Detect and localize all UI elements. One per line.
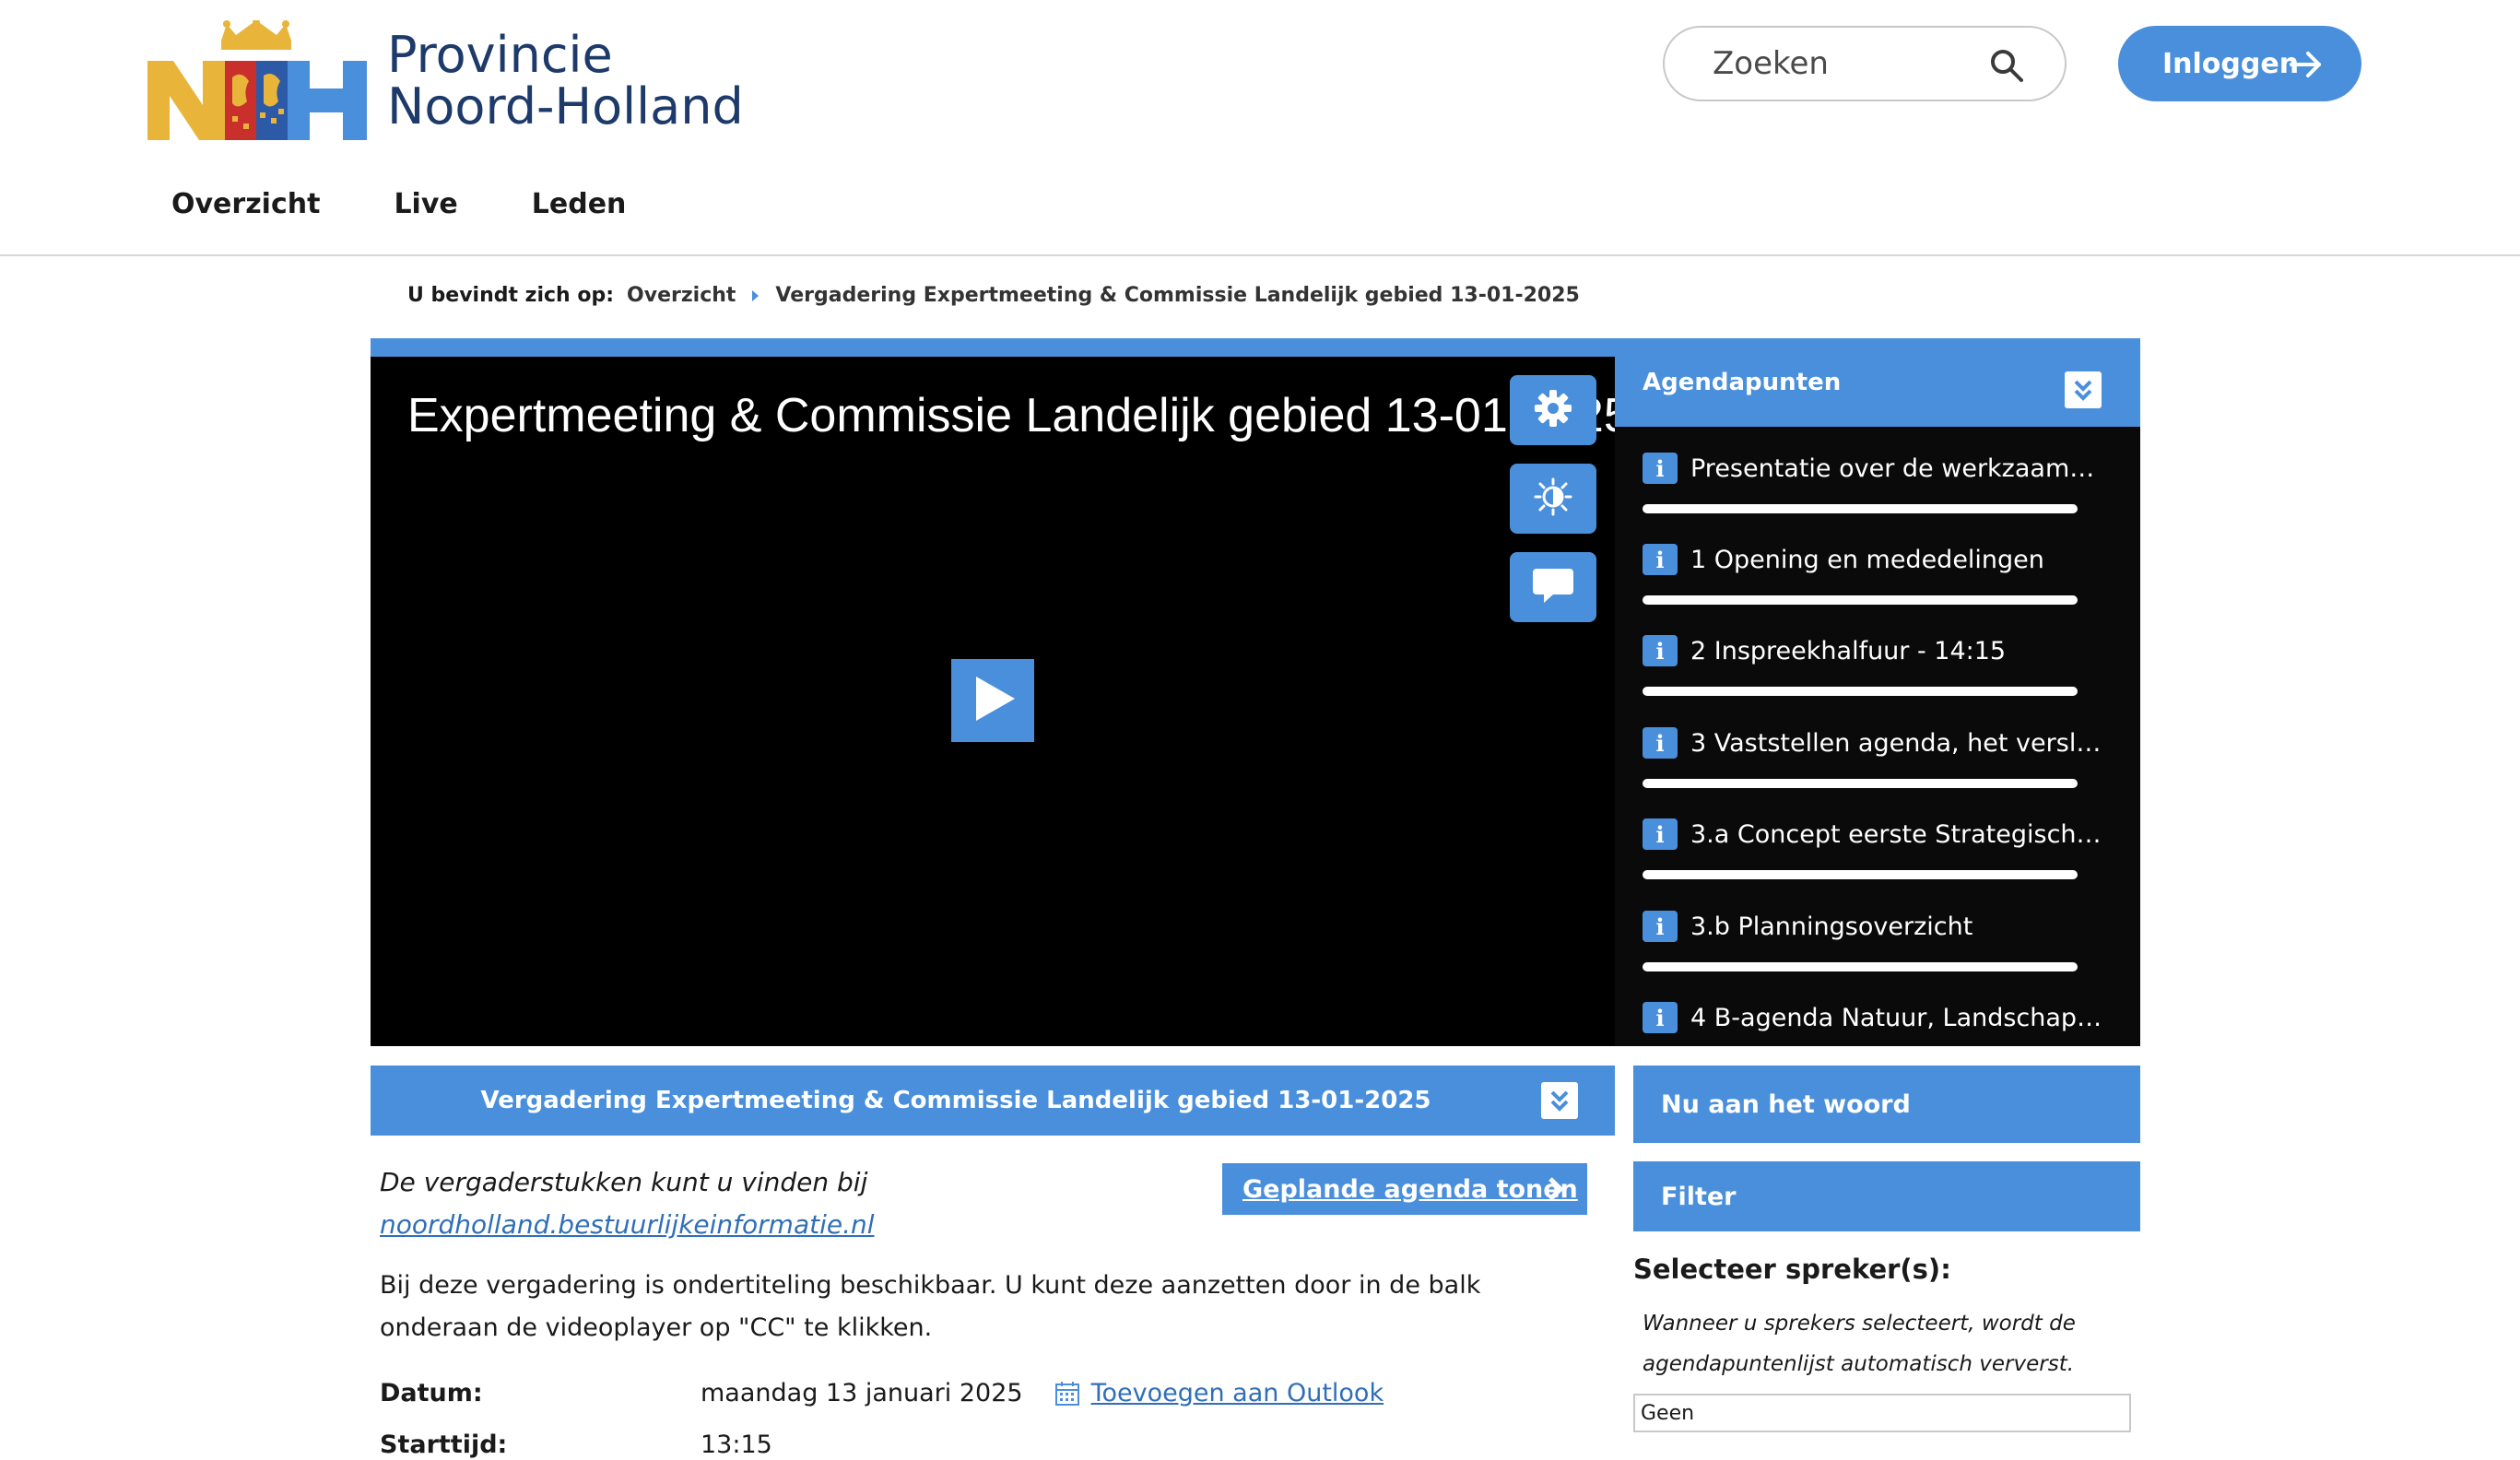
start-row: Starttijd: 13:15 — [380, 1431, 772, 1459]
agenda-item[interactable]: i 4 B-agenda Natuur, Landschap, Water — [1643, 1002, 2103, 1033]
documents-note: De vergaderstukken kunt u vinden bij noo… — [380, 1161, 875, 1246]
chevron-right-icon — [1547, 1176, 1565, 1208]
speaking-now-label: Nu aan het woord — [1661, 1089, 1911, 1119]
play-icon — [965, 671, 1020, 730]
video-title: Expertmeeting & Commissie Landelijk gebi… — [407, 389, 1617, 442]
planned-agenda-button[interactable]: Geplande agenda tonen — [1222, 1163, 1587, 1215]
arrow-right-icon — [2290, 50, 2323, 79]
double-chevron-down-icon — [2074, 380, 2092, 401]
login-label: Inloggen — [2162, 47, 2300, 80]
logo-line1: Provincie — [387, 26, 613, 84]
brightness-button[interactable] — [1510, 464, 1596, 534]
gear-icon — [1533, 388, 1573, 432]
agenda-item[interactable]: i 2 Inspreekhalfuur - 14:15 — [1643, 635, 2103, 696]
meeting-title-bar[interactable]: Vergadering Expertmeeting & Commissie La… — [371, 1066, 1615, 1136]
agenda-item-label: 3.b Planningsoverzicht — [1690, 912, 1973, 941]
province-coat-of-arms-icon — [147, 18, 367, 140]
breadcrumb-prefix: U bevindt zich op: — [407, 284, 615, 307]
video-player[interactable]: Expertmeeting & Commissie Landelijk gebi… — [371, 357, 1617, 1046]
chat-icon — [1531, 565, 1575, 609]
date-row: Datum: maandag 13 januari 2025 Toevoegen… — [380, 1379, 1384, 1407]
nav-overzicht[interactable]: Overzicht — [171, 188, 320, 220]
agenda-item[interactable]: i 3.a Concept eerste Strategische Agenda — [1643, 818, 2103, 879]
meeting-title: Vergadering Expertmeeting & Commissie La… — [480, 1087, 1431, 1114]
login-button[interactable]: Inloggen — [2118, 26, 2361, 101]
speaker-select[interactable]: Geen — [1633, 1394, 2131, 1432]
info-icon[interactable]: i — [1643, 727, 1678, 759]
agenda-progress-bar — [1643, 595, 2078, 605]
filter-button[interactable]: Filter — [1633, 1161, 2140, 1231]
agenda-progress-bar — [1643, 687, 2078, 696]
select-speakers-title: Selecteer spreker(s): — [1633, 1254, 1951, 1285]
agenda-item[interactable]: i 3 Vaststellen agenda, het verslag en — [1643, 727, 2103, 788]
documents-text: De vergaderstukken kunt u vinden bij — [380, 1167, 868, 1197]
calendar-icon — [1054, 1381, 1080, 1407]
agenda-progress-bar — [1643, 504, 2078, 513]
chat-button[interactable] — [1510, 552, 1596, 622]
breadcrumb-overzicht[interactable]: Overzicht — [627, 284, 736, 307]
agenda-panel: Agendapunten i Presentatie over de werkza… — [1615, 338, 2140, 1046]
agenda-title: Agendapunten — [1643, 369, 1842, 396]
breadcrumb: U bevindt zich op: Overzicht Vergadering… — [407, 284, 1580, 307]
agenda-item-label: 1 Opening en mededelingen — [1690, 545, 2044, 574]
logo-line2: Noord-Holland — [387, 77, 744, 135]
brightness-icon — [1533, 477, 1573, 521]
filter-label: Filter — [1661, 1182, 1737, 1211]
speaking-now-button[interactable]: Nu aan het woord — [1633, 1066, 2140, 1143]
agenda-item[interactable]: i 1 Opening en mededelingen — [1643, 544, 2103, 605]
main-nav: Overzicht Live Leden — [171, 188, 626, 220]
nav-leden[interactable]: Leden — [532, 188, 627, 220]
expand-button[interactable] — [1541, 1082, 1578, 1119]
agenda-header[interactable]: Agendapunten — [1615, 338, 2140, 427]
agenda-item[interactable]: i Presentatie over de werkzaamheden — [1643, 453, 2103, 513]
date-value: maandag 13 januari 2025 — [701, 1379, 1023, 1407]
agenda-item-label: 3 Vaststellen agenda, het verslag en — [1690, 728, 2103, 758]
agenda-progress-bar — [1643, 779, 2078, 788]
agenda-item-label: 4 B-agenda Natuur, Landschap, Water — [1690, 1003, 2103, 1032]
info-icon[interactable]: i — [1643, 1002, 1678, 1033]
agenda-progress-bar — [1643, 962, 2078, 971]
info-icon[interactable]: i — [1643, 818, 1678, 850]
planned-agenda-label: Geplande agenda tonen — [1242, 1174, 1578, 1204]
play-button[interactable] — [951, 659, 1034, 742]
search-input[interactable]: Zoeken — [1663, 26, 2067, 101]
agenda-item-label: 2 Inspreekhalfuur - 14:15 — [1690, 636, 2007, 665]
start-value: 13:15 — [701, 1431, 772, 1459]
settings-button[interactable] — [1510, 375, 1596, 445]
select-speakers-note: Wanneer u sprekers selecteert, wordt de … — [1643, 1312, 2076, 1376]
speaker-select-value: Geen — [1641, 1401, 1695, 1425]
header-divider — [0, 254, 2520, 256]
search-placeholder: Zoeken — [1713, 45, 1829, 82]
agenda-item-label: 3.a Concept eerste Strategische Agenda — [1690, 819, 2103, 849]
logo-wordmark: Provincie Noord-Holland — [387, 29, 744, 133]
nav-live[interactable]: Live — [394, 188, 457, 220]
search-icon[interactable] — [1989, 48, 2024, 83]
add-to-outlook-link[interactable]: Toevoegen aan Outlook — [1054, 1379, 1384, 1407]
info-icon[interactable]: i — [1643, 544, 1678, 575]
info-icon[interactable]: i — [1643, 635, 1678, 666]
breadcrumb-separator-icon — [752, 289, 760, 301]
outlook-link-label: Toevoegen aan Outlook — [1090, 1379, 1384, 1407]
info-icon[interactable]: i — [1643, 911, 1678, 942]
info-icon[interactable]: i — [1643, 453, 1678, 484]
documents-link[interactable]: noordholland.bestuurlijkeinformatie.nl — [380, 1209, 875, 1240]
collapse-button[interactable] — [2065, 371, 2102, 408]
subtitle-note: Bij deze vergadering is ondertiteling be… — [380, 1271, 1481, 1342]
agenda-progress-bar — [1643, 870, 2078, 879]
site-logo[interactable]: Provincie Noord-Holland — [147, 11, 756, 140]
agenda-item-label: Presentatie over de werkzaamheden — [1690, 453, 2103, 483]
agenda-item[interactable]: i 3.b Planningsoverzicht — [1643, 911, 2103, 971]
date-label: Datum: — [380, 1379, 483, 1407]
double-chevron-down-icon — [1550, 1090, 1569, 1112]
breadcrumb-current: Vergadering Expertmeeting & Commissie La… — [775, 284, 1580, 307]
start-label: Starttijd: — [380, 1431, 508, 1459]
